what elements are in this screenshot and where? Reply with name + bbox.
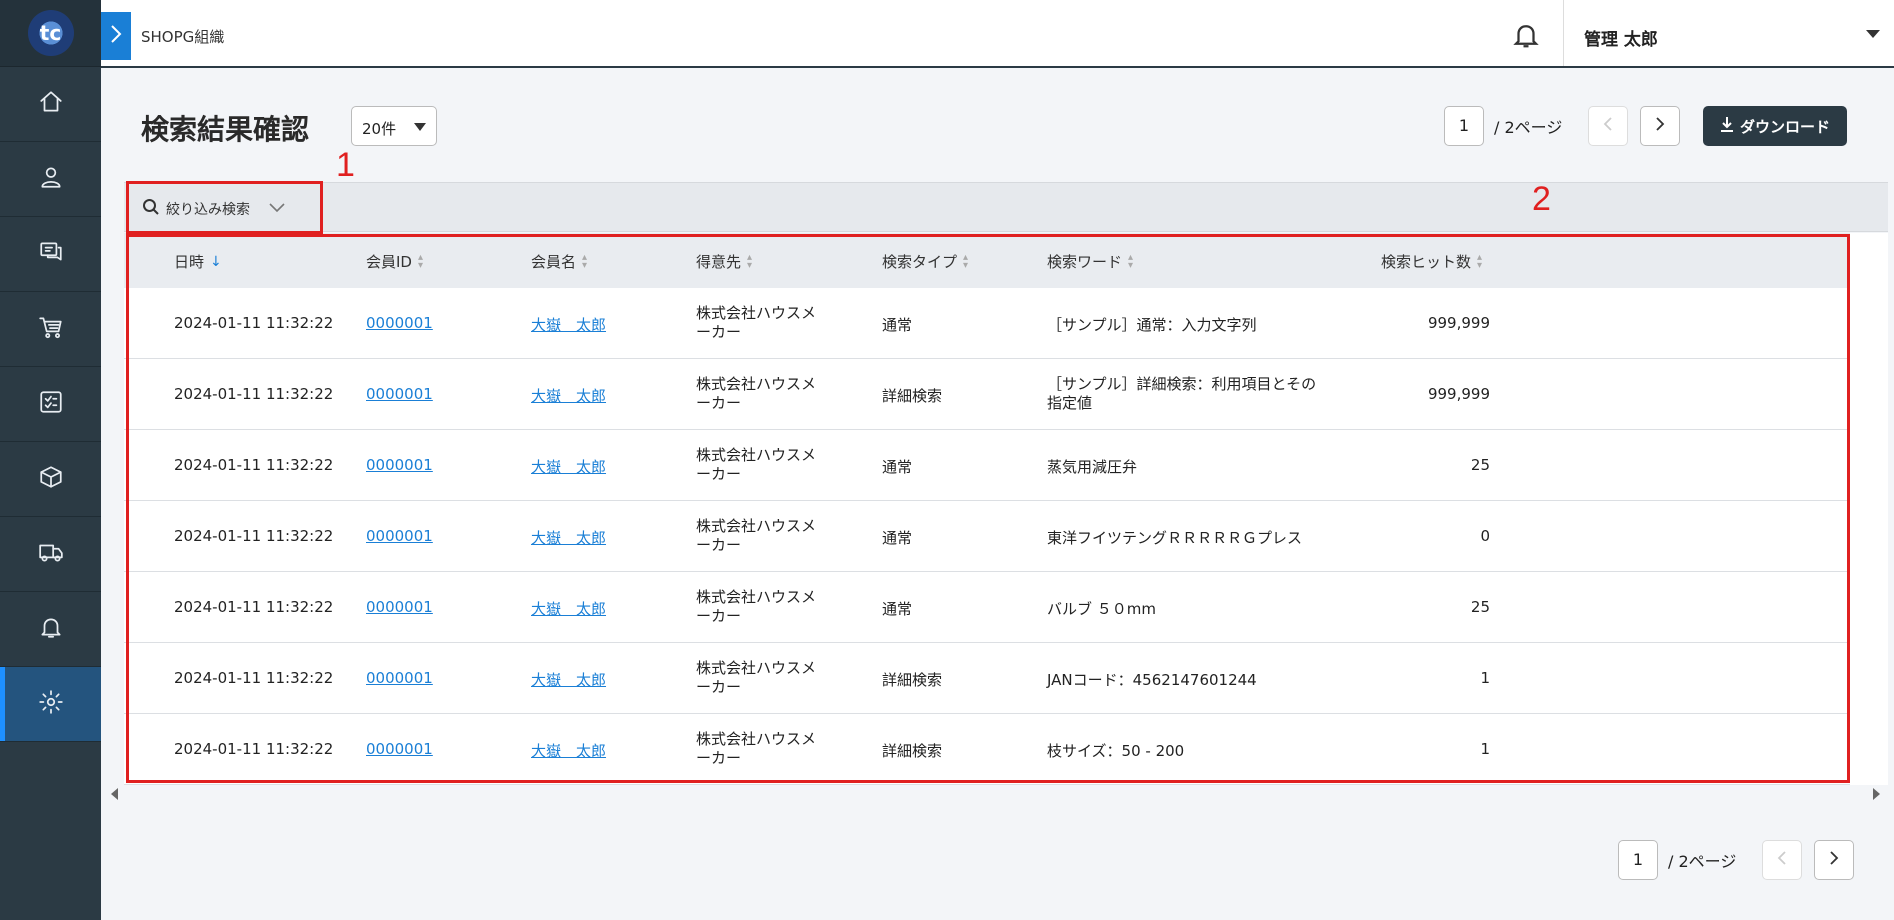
pagination-bottom: 1 / 2ページ	[1618, 840, 1855, 880]
user-menu[interactable]: 管理 太郎	[1563, 0, 1894, 66]
sidebar-item-settings[interactable]	[0, 667, 101, 742]
next-page-button[interactable]	[1640, 106, 1681, 146]
chevron-right-icon	[1655, 116, 1665, 136]
download-label: ダウンロード	[1739, 117, 1830, 136]
download-button[interactable]: ダウンロード	[1703, 106, 1847, 146]
caret-down-icon	[1866, 30, 1880, 38]
next-page-button[interactable]	[1814, 840, 1855, 880]
chevron-left-icon	[1603, 116, 1613, 136]
sidebar-item-members[interactable]	[0, 142, 101, 217]
checklist-icon	[38, 389, 64, 419]
sidebar-expand-button[interactable]	[101, 12, 131, 60]
page-title: 検索結果確認	[141, 113, 310, 146]
sidebar-item-orders[interactable]	[0, 292, 101, 367]
total-pages-label: / 2ページ	[1494, 118, 1563, 137]
sidebar-item-messages[interactable]	[0, 217, 101, 292]
cart-icon	[38, 314, 64, 344]
chevron-right-icon	[1829, 850, 1839, 870]
filter-bar: 絞り込み検索	[124, 182, 1888, 232]
sidebar: tc	[0, 0, 101, 920]
annotation-label-2: 2	[1532, 180, 1551, 218]
caret-down-icon	[414, 123, 426, 131]
bell-icon	[38, 614, 64, 644]
download-icon	[1720, 116, 1734, 136]
pagination-top: 1 / 2ページ	[1444, 106, 1681, 146]
page-number-input[interactable]: 1	[1618, 840, 1658, 880]
annotation-label-1: 1	[336, 146, 355, 184]
annotation-box-2	[126, 234, 1850, 783]
annotation-box-1	[126, 181, 323, 234]
box-icon	[38, 464, 64, 494]
bell-icon	[1511, 25, 1541, 54]
user-icon	[38, 164, 64, 194]
horizontal-scrollbar[interactable]	[101, 785, 1894, 803]
truck-icon	[38, 539, 64, 569]
chevron-left-icon	[1777, 850, 1787, 870]
gear-icon	[38, 689, 64, 719]
page-number-input[interactable]: 1	[1444, 106, 1484, 146]
notification-bell-button[interactable]	[1511, 20, 1541, 50]
sidebar-item-notifications[interactable]	[0, 592, 101, 667]
prev-page-button[interactable]	[1762, 840, 1803, 880]
chevron-right-icon	[109, 23, 123, 49]
sidebar-item-products[interactable]	[0, 442, 101, 517]
logo-area: tc	[0, 0, 101, 67]
scroll-left-arrow[interactable]	[111, 788, 118, 800]
total-pages-label: / 2ページ	[1668, 852, 1737, 871]
home-icon	[38, 89, 64, 119]
sidebar-item-shipping[interactable]	[0, 517, 101, 592]
sidebar-item-tasks[interactable]	[0, 367, 101, 442]
org-name: SHOPG組織	[141, 28, 225, 46]
scroll-right-arrow[interactable]	[1873, 788, 1880, 800]
sidebar-item-home[interactable]	[0, 67, 101, 142]
prev-page-button[interactable]	[1588, 106, 1629, 146]
logo-text: tc	[39, 21, 62, 45]
logo[interactable]: tc	[27, 10, 74, 56]
chat-icon	[38, 239, 64, 269]
top-header: SHOPG組織 管理 太郎	[101, 0, 1894, 68]
per-page-value: 20件	[362, 120, 397, 138]
user-name: 管理 太郎	[1584, 30, 1658, 50]
per-page-select[interactable]: 20件	[351, 106, 437, 146]
